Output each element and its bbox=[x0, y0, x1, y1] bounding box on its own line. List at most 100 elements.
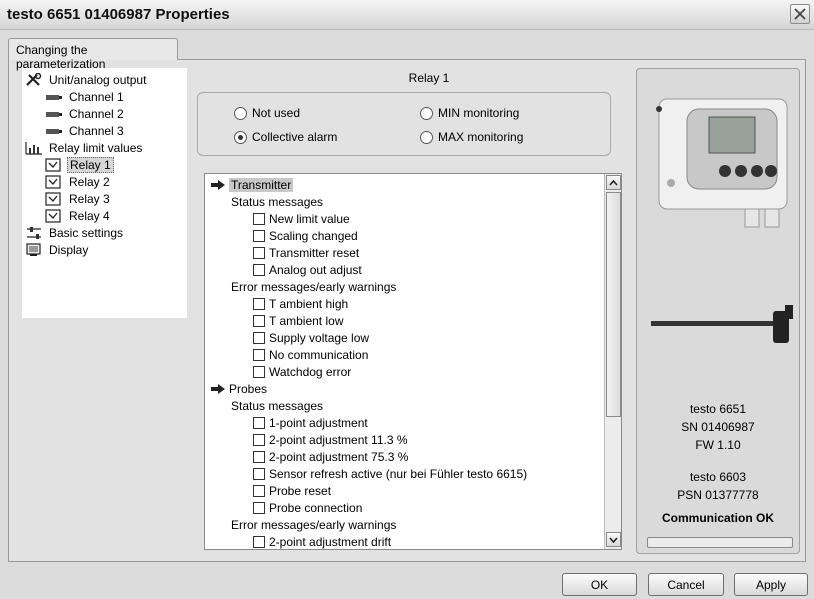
scroll-thumb[interactable] bbox=[606, 192, 621, 417]
checkbox-watchdog-error[interactable]: Watchdog error bbox=[253, 363, 351, 380]
subgroup-error-messages: Error messages/early warnings bbox=[231, 278, 396, 295]
radio-collective-alarm[interactable]: Collective alarm bbox=[234, 130, 337, 144]
tree-item-display[interactable]: Display bbox=[25, 241, 90, 258]
checkbox bbox=[253, 450, 265, 463]
checkbox-scaling-changed[interactable]: Scaling changed bbox=[253, 227, 358, 244]
close-button[interactable] bbox=[790, 4, 810, 24]
subgroup-label: Status messages bbox=[231, 398, 324, 413]
tree-item-label: Basic settings bbox=[49, 225, 124, 240]
communication-status: Communication OK bbox=[661, 511, 774, 525]
ok-button[interactable]: OK bbox=[562, 573, 637, 596]
checkbox-probe-connection[interactable]: Probe connection bbox=[253, 499, 362, 516]
checkbox-label: New limit value bbox=[269, 211, 350, 226]
checkbox-label: T ambient low bbox=[269, 313, 344, 328]
main-panel: Unit/analog output Channel 1 Channel 2 C… bbox=[8, 59, 806, 562]
tab-changing-parameterization[interactable]: Changing the parameterization bbox=[8, 38, 178, 71]
apply-button[interactable]: Apply bbox=[734, 573, 808, 596]
checkbox-2-point-adjustment-11-3[interactable]: 2-point adjustment 11.3 % bbox=[253, 431, 408, 448]
subgroup-label: Status messages bbox=[231, 194, 324, 209]
checkbox-2-point-adjustment-drift[interactable]: 2-point adjustment drift bbox=[253, 533, 392, 549]
tree-item-relay-4[interactable]: Relay 4 bbox=[45, 207, 112, 224]
checkbox bbox=[253, 365, 265, 378]
checkbox-supply-voltage-low[interactable]: Supply voltage low bbox=[253, 329, 369, 346]
tree-item-channel-3[interactable]: Channel 3 bbox=[45, 122, 126, 139]
probe-serial-number: PSN 01377778 bbox=[677, 488, 759, 502]
subgroup-label: Error messages/early warnings bbox=[231, 517, 397, 532]
radio-label: Not used bbox=[252, 106, 301, 120]
checkbox-new-limit-value[interactable]: New limit value bbox=[253, 210, 350, 227]
relay-icon bbox=[45, 208, 61, 223]
navigation-tree: Unit/analog output Channel 1 Channel 2 C… bbox=[22, 68, 187, 318]
tree-item-label: Channel 2 bbox=[69, 106, 124, 121]
checkbox bbox=[253, 246, 265, 259]
checkbox-t-ambient-high[interactable]: T ambient high bbox=[253, 295, 348, 312]
checkbox-no-communication[interactable]: No communication bbox=[253, 346, 368, 363]
transmitter-image-icon bbox=[656, 98, 788, 228]
checkbox bbox=[253, 535, 265, 548]
tree-item-relay-3[interactable]: Relay 3 bbox=[45, 190, 112, 207]
radio-not-used[interactable]: Not used bbox=[234, 106, 300, 120]
channel-icon bbox=[46, 128, 62, 134]
checkbox-label: 1-point adjustment bbox=[269, 415, 368, 430]
tree-item-basic-settings[interactable]: Basic settings bbox=[25, 224, 125, 241]
device-serial-number: SN 01406987 bbox=[681, 420, 755, 434]
relay-icon bbox=[45, 191, 61, 206]
checkbox-label: 2-point adjustment 75.3 % bbox=[269, 449, 409, 464]
group-label: Probes bbox=[229, 381, 268, 396]
checkbox-label: T ambient high bbox=[269, 296, 349, 311]
tree-item-label: Relay 2 bbox=[69, 174, 110, 189]
checkbox-label: Watchdog error bbox=[269, 364, 352, 379]
radio-circle bbox=[420, 106, 433, 120]
progress-bar bbox=[647, 537, 793, 548]
checkbox-label: Supply voltage low bbox=[269, 330, 370, 345]
checkbox-label: Probe reset bbox=[269, 483, 332, 498]
checkbox-sensor-refresh-active[interactable]: Sensor refresh active (nur bei Fühler te… bbox=[253, 465, 527, 482]
group-probes[interactable]: Probes bbox=[210, 380, 267, 397]
checkbox bbox=[253, 348, 265, 361]
checkbox-transmitter-reset[interactable]: Transmitter reset bbox=[253, 244, 359, 261]
tree-item-label: Relay 1 bbox=[67, 156, 114, 173]
radio-label: MIN monitoring bbox=[438, 106, 520, 120]
channel-icon bbox=[46, 111, 62, 117]
tree-item-relay-1[interactable]: Relay 1 bbox=[45, 156, 114, 173]
checkbox-2-point-adjustment-75-3[interactable]: 2-point adjustment 75.3 % bbox=[253, 448, 408, 465]
radio-circle bbox=[234, 130, 247, 144]
checkbox bbox=[253, 501, 265, 514]
checkbox-label: Transmitter reset bbox=[269, 245, 360, 260]
checkbox-label: No communication bbox=[269, 347, 369, 362]
tree-item-unit-analog-output[interactable]: Unit/analog output bbox=[25, 71, 148, 88]
tree-item-channel-2[interactable]: Channel 2 bbox=[45, 105, 126, 122]
checkbox bbox=[253, 331, 265, 344]
checkbox-label: 2-point adjustment drift bbox=[269, 534, 392, 549]
radio-max-monitoring[interactable]: MAX monitoring bbox=[420, 130, 523, 144]
tree-item-label: Relay 3 bbox=[69, 191, 110, 206]
checkbox-analog-out-adjust[interactable]: Analog out adjust bbox=[253, 261, 362, 278]
group-transmitter[interactable]: Transmitter bbox=[210, 176, 294, 193]
checkbox bbox=[253, 484, 265, 497]
tree-item-label: Display bbox=[49, 242, 89, 257]
checkbox bbox=[253, 314, 265, 327]
tree-item-label: Relay limit values bbox=[49, 140, 143, 155]
window-title: testo 6651 01406987 Properties bbox=[7, 6, 230, 23]
tab-label: Changing the parameterization bbox=[16, 43, 106, 71]
scroll-down-button[interactable] bbox=[606, 532, 621, 547]
tree-item-relay-limit-values[interactable]: Relay limit values bbox=[25, 139, 144, 156]
radio-min-monitoring[interactable]: MIN monitoring bbox=[420, 106, 519, 120]
subgroup-status-messages: Status messages bbox=[231, 397, 323, 414]
checkbox bbox=[253, 297, 265, 310]
list-scrollbar[interactable] bbox=[604, 174, 621, 549]
checkbox-t-ambient-low[interactable]: T ambient low bbox=[253, 312, 343, 329]
checkbox-label: Scaling changed bbox=[269, 228, 358, 243]
checkbox-1-point-adjustment[interactable]: 1-point adjustment bbox=[253, 414, 368, 431]
cancel-button[interactable]: Cancel bbox=[648, 573, 724, 596]
bar-chart-icon bbox=[25, 141, 42, 155]
scroll-up-button[interactable] bbox=[606, 175, 621, 190]
probe-model: testo 6603 bbox=[689, 470, 747, 484]
tree-item-relay-2[interactable]: Relay 2 bbox=[45, 173, 112, 190]
checkbox-label: Sensor refresh active (nur bei Fühler te… bbox=[269, 466, 528, 481]
alarm-message-list: Transmitter Status messages New limit va… bbox=[204, 173, 622, 550]
checkbox-probe-reset[interactable]: Probe reset bbox=[253, 482, 331, 499]
display-icon bbox=[26, 242, 41, 256]
channel-icon bbox=[46, 94, 62, 100]
tree-item-channel-1[interactable]: Channel 1 bbox=[45, 88, 126, 105]
